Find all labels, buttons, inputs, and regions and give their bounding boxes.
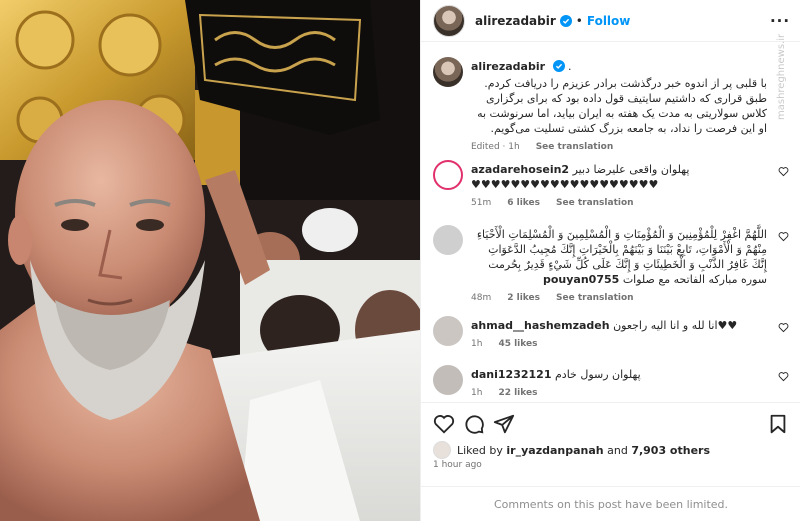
post-time[interactable]: 1 hour ago — [433, 460, 482, 470]
author-avatar-small[interactable] — [433, 57, 463, 87]
comment-meta: 51m 6 likes See translation — [471, 198, 767, 208]
comments-limited-notice: Comments on this post have been limited. — [421, 486, 800, 521]
commenter-avatar[interactable] — [433, 365, 463, 395]
commenter-avatar[interactable] — [433, 225, 463, 255]
likes-and: and — [607, 443, 628, 457]
comment-time: 1h — [471, 339, 483, 349]
comment-likes[interactable]: 6 likes — [507, 198, 540, 208]
author-username[interactable]: alirezadabir — [475, 14, 556, 28]
comment-item: dani1232121 پهلوان رسول خادم 1h 22 likes — [433, 365, 789, 402]
caption-meta: Edited · 1h See translation — [471, 142, 767, 152]
caption-edited: Edited · 1h — [471, 142, 520, 152]
comment-like-heart-icon[interactable] — [778, 166, 789, 177]
commenter-avatar[interactable] — [433, 316, 463, 346]
comment-like-heart-icon[interactable] — [778, 371, 789, 382]
likes-others[interactable]: 7,903 others — [631, 444, 710, 457]
likes-summary: Liked by ir_yazdanpanah and 7,903 others — [433, 441, 710, 459]
post-header: alirezadabir • Follow ··· — [421, 0, 800, 42]
comment-item: ahmad__hashemzadeh انا لله و انا الیه را… — [433, 316, 789, 356]
caption-block: alirezadabir . با قلبی پر از اندوه خبر د… — [433, 57, 789, 167]
caption-period: . — [568, 60, 572, 73]
comment-meta: 1h 45 likes — [471, 339, 767, 349]
comment-username[interactable]: ahmad__hashemzadeh — [471, 319, 610, 332]
verified-badge-icon — [552, 60, 565, 72]
post-photo[interactable] — [0, 0, 420, 521]
comment-username[interactable]: pouyan0755 — [543, 273, 619, 286]
comment-username[interactable]: azadarehosein2 — [471, 163, 569, 176]
verified-badge-icon — [559, 14, 572, 27]
caption-text: با قلبی پر از اندوه خبر درگذشت برادر عزی… — [477, 77, 767, 135]
bookmark-icon[interactable] — [767, 413, 789, 435]
liker-avatar[interactable] — [433, 441, 451, 459]
separator-dot: • — [575, 13, 583, 28]
comments-list: alirezadabir . با قلبی پر از اندوه خبر د… — [421, 43, 800, 402]
comment-meta: 48m 2 likes See translation — [471, 293, 767, 303]
comment-text: پهلوان رسول خادم — [554, 368, 641, 381]
likes-prefix: Liked by — [457, 443, 503, 457]
photo-image — [0, 0, 420, 521]
follow-button[interactable]: Follow — [587, 14, 631, 28]
comment-text: انا لله و انا الیه راجعون♥♥ — [613, 319, 738, 332]
comment-time: 48m — [471, 293, 492, 303]
caption-username[interactable]: alirezadabir — [471, 60, 545, 73]
author-avatar[interactable] — [433, 4, 465, 37]
post-side-panel: alirezadabir • Follow ··· alirezadabir . — [420, 0, 800, 521]
heart-icon[interactable] — [433, 413, 455, 435]
post-actions — [421, 402, 800, 442]
comment-username[interactable]: dani1232121 — [471, 368, 551, 381]
comment-icon[interactable] — [463, 413, 485, 435]
share-icon[interactable] — [493, 413, 515, 435]
comment-like-heart-icon[interactable] — [778, 231, 789, 242]
comment-likes[interactable]: 22 likes — [498, 388, 537, 398]
comment-item: azadarehosein2 پهلوان واقعی علیرضا دبیر … — [433, 160, 789, 220]
comment-time: 51m — [471, 198, 492, 208]
comment-time: 1h — [471, 388, 483, 398]
comment-likes[interactable]: 2 likes — [507, 293, 540, 303]
comment-like-heart-icon[interactable] — [778, 322, 789, 333]
liker-username[interactable]: ir_yazdanpanah — [506, 444, 603, 457]
comment-likes[interactable]: 45 likes — [498, 339, 537, 349]
caption-see-translation[interactable]: See translation — [536, 142, 614, 152]
comment-see-translation[interactable]: See translation — [556, 293, 634, 303]
commenter-avatar[interactable] — [433, 160, 463, 190]
comment-see-translation[interactable]: See translation — [556, 198, 634, 208]
comment-item: اللَّهُمَّ اغْفِرْ لِلْمُؤْمِنِينَ وَ ال… — [433, 225, 789, 315]
watermark: mashreghnews.ir — [776, 33, 787, 120]
comment-text: اللَّهُمَّ اغْفِرْ لِلْمُؤْمِنِينَ وَ ال… — [476, 228, 767, 286]
comment-meta: 1h 22 likes — [471, 388, 767, 398]
